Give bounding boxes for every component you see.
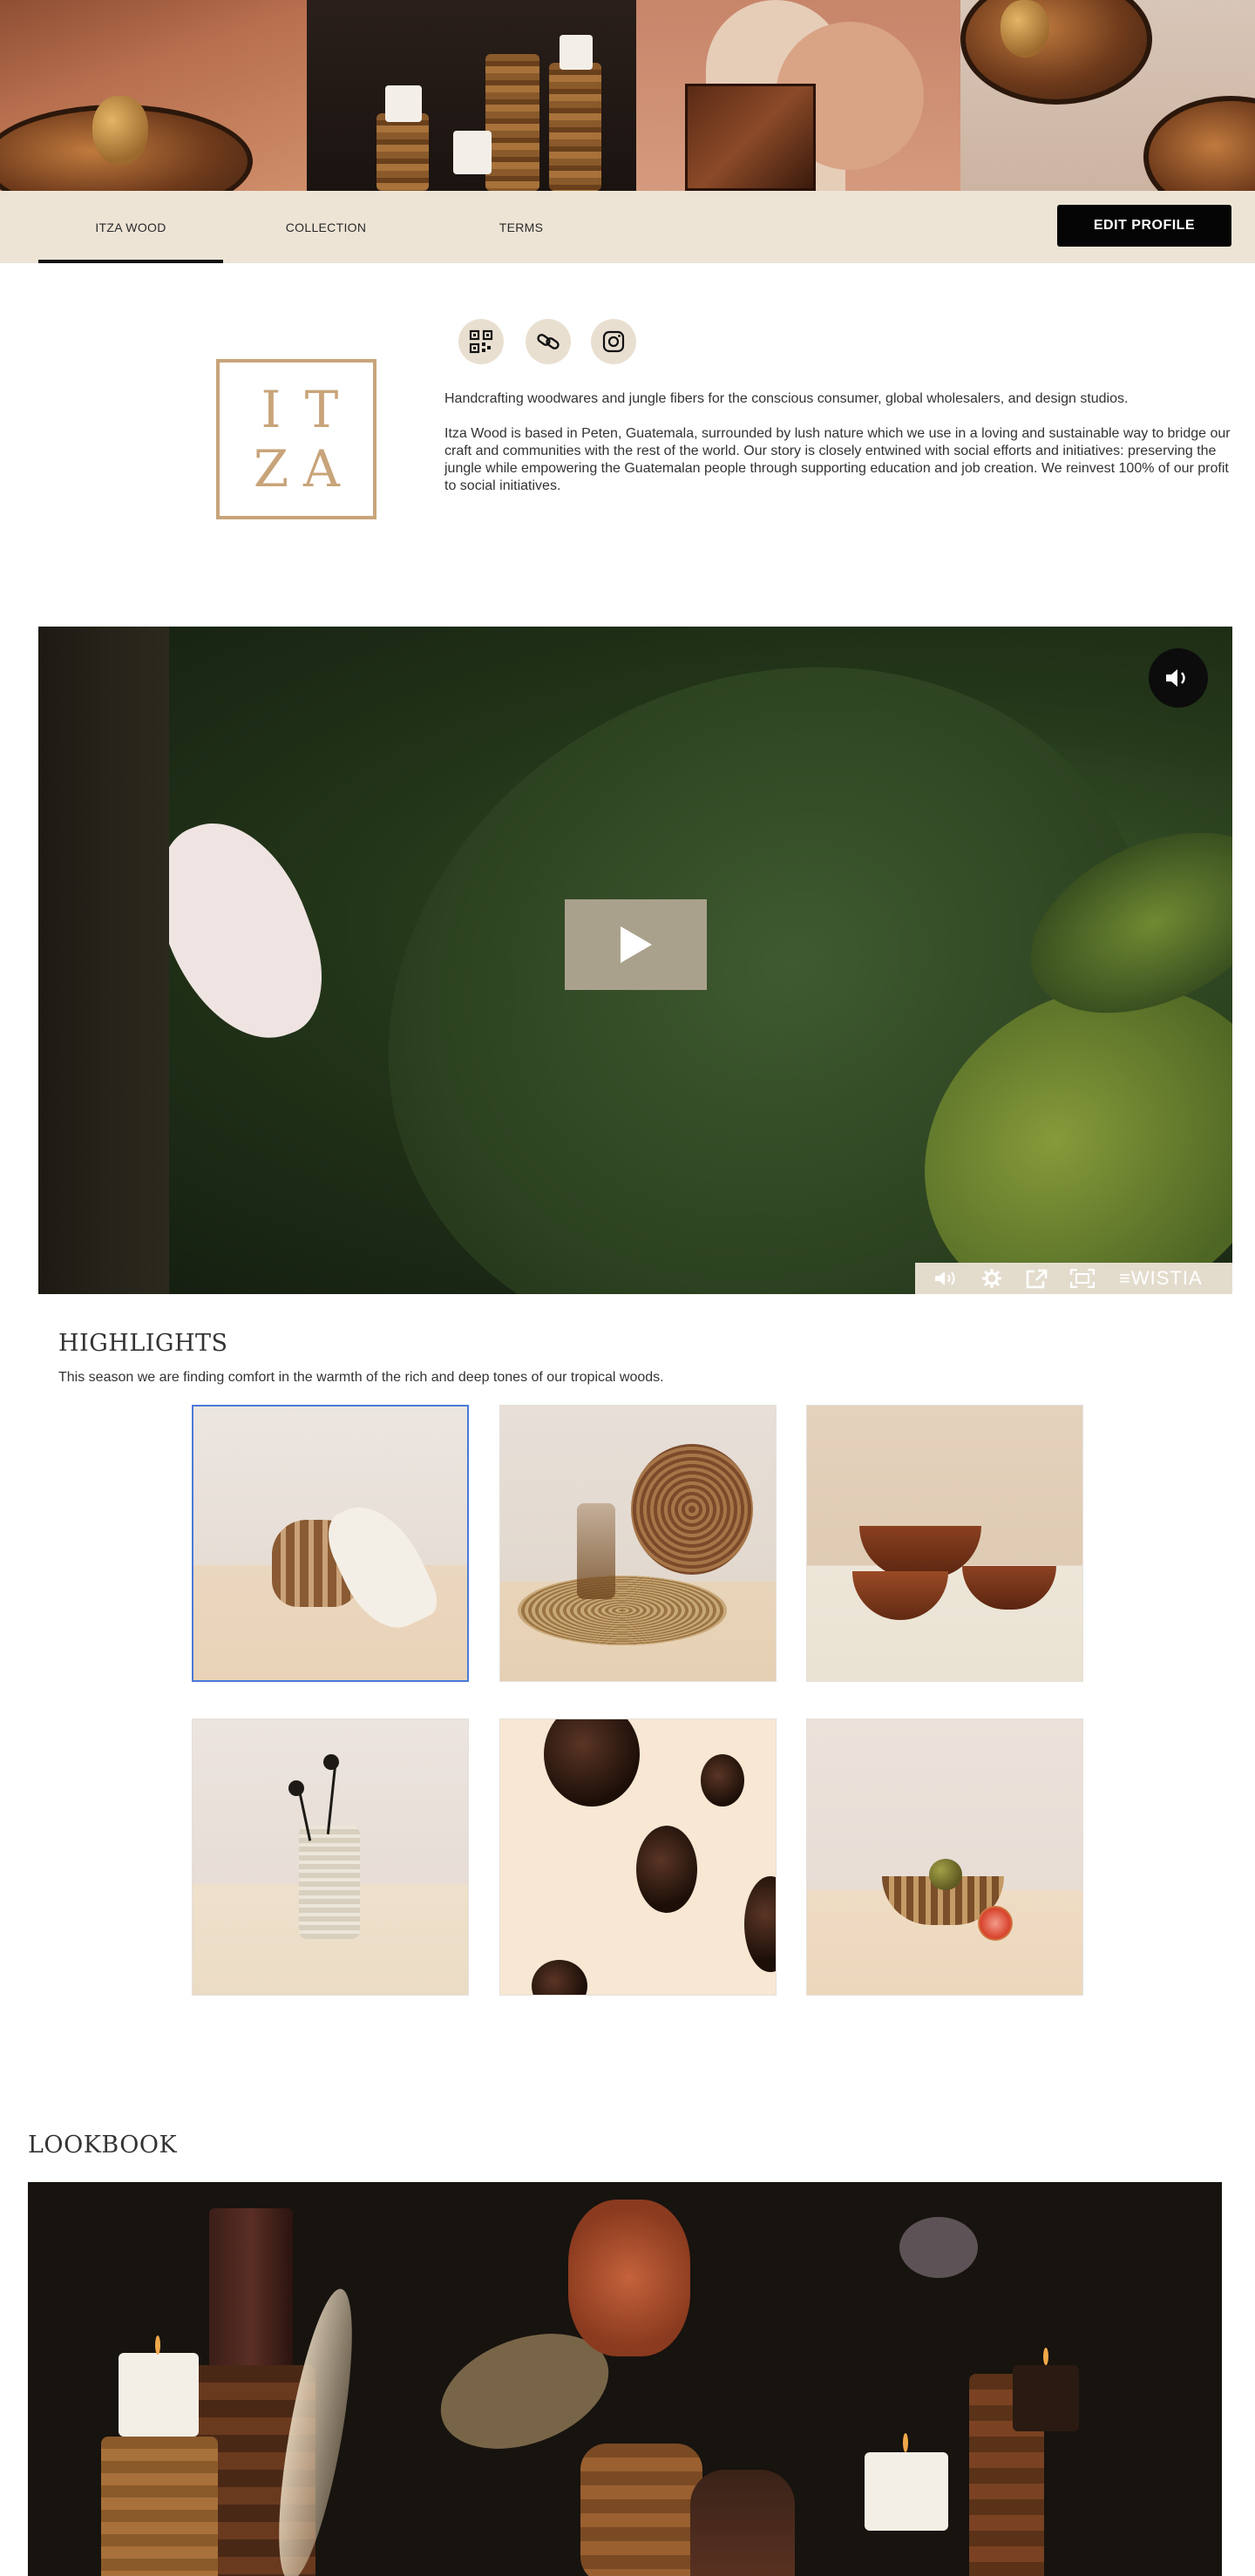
highlight-item-wooden-bowls[interactable] bbox=[806, 1405, 1083, 1682]
share-control[interactable] bbox=[1014, 1263, 1060, 1294]
hero-image-boards bbox=[960, 0, 1255, 191]
wistia-mark-icon: ≡ bbox=[1119, 1267, 1131, 1289]
settings-icon bbox=[982, 1269, 1001, 1288]
logo-letter: T bbox=[304, 380, 339, 439]
video-player[interactable]: ≡WISTIA bbox=[38, 627, 1232, 1294]
hero-image-plate-pear bbox=[0, 0, 307, 191]
lookbook-image[interactable] bbox=[28, 2182, 1222, 2576]
highlights-subtitle: This season we are finding comfort in th… bbox=[58, 1370, 664, 1385]
qr-code-button[interactable] bbox=[458, 319, 504, 364]
speaker-icon bbox=[1166, 669, 1185, 687]
highlight-item-fruit-basket[interactable] bbox=[806, 1718, 1083, 1996]
play-icon bbox=[620, 926, 652, 963]
play-button[interactable] bbox=[565, 899, 707, 990]
hero-image-arch bbox=[636, 0, 960, 191]
qr-code-icon bbox=[469, 329, 493, 354]
hero-image-candles bbox=[307, 0, 636, 191]
edit-profile-button[interactable]: EDIT PROFILE bbox=[1057, 205, 1231, 247]
wistia-logo[interactable]: ≡WISTIA bbox=[1119, 1267, 1203, 1290]
fullscreen-icon bbox=[1070, 1269, 1095, 1288]
profile-tagline: Handcrafting woodwares and jungle fibers… bbox=[444, 391, 1129, 406]
highlight-item-wall-plates[interactable] bbox=[499, 1718, 777, 1996]
brand-logo: I T Z A bbox=[216, 359, 376, 519]
lookbook-title: LOOKBOOK bbox=[28, 2132, 178, 2159]
hero-banner bbox=[0, 0, 1255, 191]
logo-letter: A bbox=[303, 439, 340, 498]
tab-itza-wood[interactable]: ITZA WOOD bbox=[38, 191, 223, 263]
tab-collection[interactable]: COLLECTION bbox=[234, 191, 418, 263]
wistia-wordmark: WISTIA bbox=[1130, 1267, 1203, 1289]
logo-letter: Z bbox=[253, 439, 289, 498]
volume-control[interactable] bbox=[924, 1263, 969, 1294]
logo-letter: I bbox=[261, 380, 282, 439]
highlight-item-basket-towel[interactable] bbox=[192, 1405, 469, 1682]
instagram-icon bbox=[602, 330, 625, 353]
share-icon bbox=[1026, 1269, 1048, 1289]
instagram-button[interactable] bbox=[591, 319, 636, 364]
link-button[interactable] bbox=[526, 319, 571, 364]
tab-terms[interactable]: TERMS bbox=[429, 191, 614, 263]
fullscreen-control[interactable] bbox=[1060, 1263, 1105, 1294]
settings-control[interactable] bbox=[969, 1263, 1014, 1294]
profile-nav-bar: ITZA WOOD COLLECTION TERMS EDIT PROFILE bbox=[0, 191, 1255, 263]
link-icon bbox=[537, 334, 560, 349]
highlight-item-spoon-holder[interactable] bbox=[192, 1718, 469, 1996]
profile-description: Itza Wood is based in Peten, Guatemala, … bbox=[444, 426, 1231, 493]
highlights-title: HIGHLIGHTS bbox=[58, 1330, 228, 1357]
video-control-bar: ≡WISTIA bbox=[915, 1263, 1232, 1294]
volume-icon bbox=[935, 1271, 955, 1285]
unmute-button[interactable] bbox=[1149, 648, 1208, 708]
highlight-item-placemat-vase[interactable] bbox=[499, 1405, 777, 1682]
